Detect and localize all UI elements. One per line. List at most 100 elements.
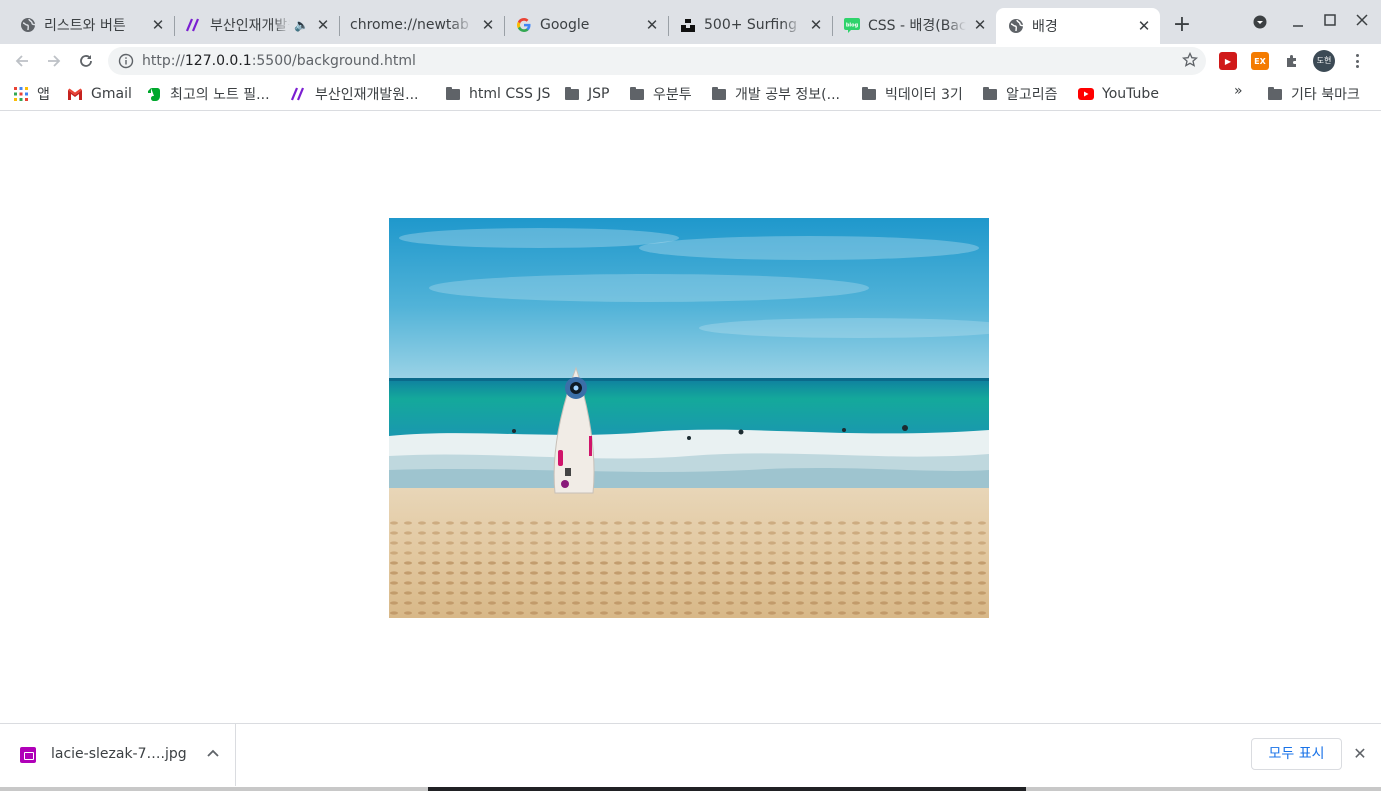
bookmark-label: 개발 공부 정보(...	[735, 87, 840, 103]
tab-newtab[interactable]: chrome://newtab ✕	[339, 6, 505, 44]
tab-surfing[interactable]: 500+ Surfing Pictures ✕	[668, 6, 833, 44]
forward-button[interactable]	[41, 48, 67, 74]
bookmark-label: 앱	[37, 87, 50, 103]
download-shelf: lacie-slezak-7….jpg 모두 표시 ✕	[0, 723, 1381, 791]
tab-title: 부산인재개발원	[210, 18, 290, 34]
evernote-icon	[146, 86, 162, 102]
bookmark-folder-ubuntu[interactable]: 우분투	[629, 83, 692, 105]
minimize-button[interactable]	[1286, 10, 1310, 34]
chrome-menu-icon[interactable]	[1348, 52, 1366, 70]
back-button[interactable]	[9, 48, 35, 74]
tab-title: 리스트와 버튼	[44, 18, 126, 34]
bookmark-label: 우분투	[653, 87, 692, 103]
show-all-downloads-button[interactable]: 모두 표시	[1251, 738, 1342, 770]
globe-icon	[20, 17, 36, 33]
bookmark-label: 최고의 노트 필...	[170, 87, 270, 103]
svg-text:blog: blog	[846, 23, 859, 29]
close-icon[interactable]: ✕	[1350, 744, 1370, 764]
bookmark-label: 기타 북마크	[1291, 87, 1360, 103]
bookmark-folder-algorithm[interactable]: 알고리즘	[982, 83, 1058, 105]
download-filename: lacie-slezak-7….jpg	[51, 746, 187, 762]
globe-icon	[1008, 18, 1024, 34]
tab-title: Google	[540, 17, 590, 33]
bookmarks-bar: 앱 Gmail 최고의 노트 필... 부산인재개발원... html CSS …	[0, 78, 1381, 111]
close-tab-icon[interactable]: ✕	[480, 17, 496, 33]
bookmark-label: html CSS JS	[469, 86, 551, 102]
close-tab-icon[interactable]: ✕	[808, 17, 824, 33]
other-bookmarks-folder[interactable]: 기타 북마크	[1267, 83, 1360, 105]
tab-css-background[interactable]: blog CSS - 배경(Background) ✕	[832, 6, 996, 44]
extension-ex-icon[interactable]: EX	[1251, 52, 1269, 70]
reload-icon	[80, 55, 92, 67]
bookmark-folder-jsp[interactable]: JSP	[564, 83, 609, 105]
close-tab-icon[interactable]: ✕	[1136, 18, 1152, 34]
tab-title: CSS - 배경(Background)	[868, 18, 966, 34]
unsplash-icon	[680, 17, 696, 33]
folder-icon	[711, 86, 727, 102]
maximize-button[interactable]	[1318, 10, 1342, 34]
tab-busan[interactable]: 부산인재개발원 🔈 ✕	[174, 6, 340, 44]
address-bar[interactable]: http://127.0.0.1:5500/background.html	[108, 47, 1206, 75]
bookmark-label: Gmail	[91, 86, 132, 102]
profile-avatar[interactable]: 도현	[1313, 50, 1335, 72]
tab-list-buttons[interactable]: 리스트와 버튼 ✕	[8, 6, 175, 44]
bookmark-star-icon[interactable]	[1181, 51, 1199, 72]
browser-toolbar: http://127.0.0.1:5500/background.html ▶ …	[0, 44, 1381, 78]
close-window-button[interactable]	[1350, 10, 1374, 34]
url-host: 127.0.0.1	[184, 53, 252, 69]
bookmark-label: YouTube	[1102, 86, 1159, 102]
forward-arrow-icon	[48, 55, 61, 67]
extension-ex-label: EX	[1254, 56, 1266, 66]
bookmark-label: JSP	[588, 86, 610, 102]
tab-title: chrome://newtab	[350, 17, 469, 33]
folder-icon	[861, 86, 877, 102]
close-tab-icon[interactable]: ✕	[644, 17, 660, 33]
taskbar-edge	[0, 787, 1381, 791]
tab-search-button[interactable]	[1248, 10, 1272, 34]
bookmark-youtube[interactable]: YouTube	[1078, 83, 1159, 105]
slash-logo-icon	[186, 17, 202, 33]
gmail-icon	[67, 86, 83, 102]
image-file-icon	[20, 747, 36, 763]
bookmark-gmail[interactable]: Gmail	[67, 83, 132, 105]
bookmark-folder-html[interactable]: html CSS JS	[445, 83, 550, 105]
folder-icon	[564, 86, 580, 102]
close-tab-icon[interactable]: ✕	[315, 17, 331, 33]
tab-google[interactable]: Google ✕	[504, 6, 669, 44]
url-path: :5500/background.html	[251, 53, 416, 69]
folder-icon	[629, 86, 645, 102]
bookmark-folder-dev-study[interactable]: 개발 공부 정보(...	[711, 83, 840, 105]
tab-title: 500+ Surfing Pictures	[704, 17, 802, 33]
extension-video-icon[interactable]: ▶	[1219, 52, 1237, 70]
speaker-icon[interactable]: 🔈	[294, 18, 309, 32]
beach-surfboard-photo	[389, 218, 989, 618]
bookmark-folder-bigdata[interactable]: 빅데이터 3기	[861, 83, 963, 105]
extensions-puzzle-icon[interactable]	[1283, 52, 1301, 70]
close-tab-icon[interactable]: ✕	[150, 17, 166, 33]
site-info-icon[interactable]	[118, 53, 134, 73]
bookmark-apps[interactable]: 앱	[13, 83, 50, 105]
slash-logo-icon	[291, 86, 307, 102]
tab-background-active[interactable]: 배경 ✕	[996, 8, 1160, 44]
reload-button[interactable]	[73, 48, 99, 74]
tab-title: 배경	[1032, 19, 1058, 35]
close-tab-icon[interactable]: ✕	[972, 17, 988, 33]
bookmark-evernote[interactable]: 최고의 노트 필...	[146, 83, 270, 105]
tab-strip: 리스트와 버튼 ✕ 부산인재개발원 🔈 ✕ chrome://newtab ✕ …	[0, 0, 1381, 44]
chevron-up-icon[interactable]	[205, 745, 221, 761]
blog-icon: blog	[844, 17, 860, 33]
new-tab-button[interactable]: +	[1168, 12, 1196, 40]
download-item[interactable]: lacie-slezak-7….jpg	[0, 724, 236, 786]
page-content	[0, 112, 1381, 723]
apps-grid-icon	[13, 86, 29, 102]
back-arrow-icon	[15, 55, 28, 67]
folder-icon	[445, 86, 461, 102]
url-text[interactable]: http://127.0.0.1:5500/background.html	[142, 53, 416, 69]
folder-icon	[1267, 86, 1283, 102]
bookmark-busan[interactable]: 부산인재개발원...	[291, 83, 419, 105]
url-scheme: http://	[142, 53, 185, 69]
bookmark-label: 부산인재개발원...	[315, 87, 419, 103]
youtube-icon	[1078, 86, 1094, 102]
google-icon	[516, 17, 532, 33]
bookmarks-overflow-button[interactable]: »	[1234, 83, 1243, 99]
